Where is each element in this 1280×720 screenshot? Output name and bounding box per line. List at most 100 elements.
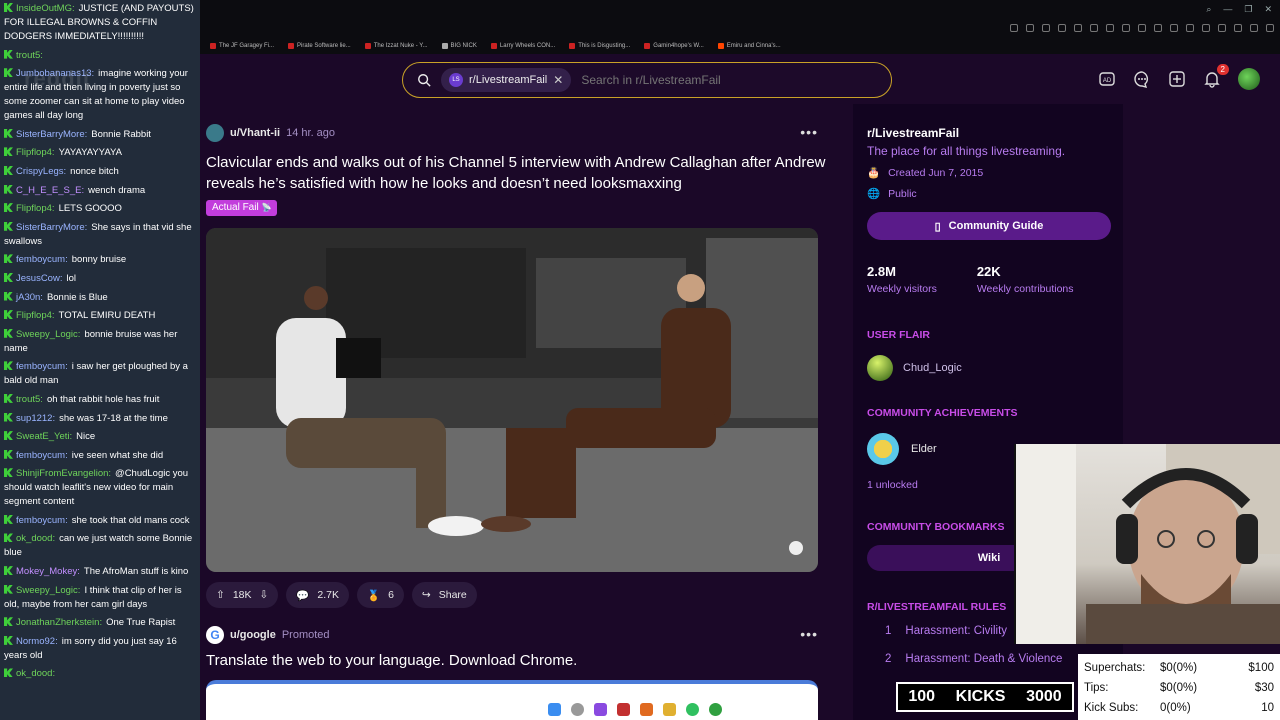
windows-start-icon[interactable] [548, 702, 561, 716]
kicks-label: KICKS [955, 688, 1006, 705]
close-window-icon[interactable]: ✕ [1264, 4, 1272, 15]
create-post-icon[interactable] [1168, 70, 1186, 88]
post-flair[interactable]: Actual Fail 📡 [206, 200, 278, 216]
extension-icon[interactable] [1170, 24, 1178, 32]
chat-username[interactable]: Flipflop4: [16, 203, 55, 214]
youtube-icon [490, 43, 497, 49]
discord-icon[interactable] [594, 702, 607, 716]
community-guide-button[interactable]: ▯ Community Guide [867, 212, 1111, 240]
community-description: The place for all things livestreaming. [867, 144, 1066, 158]
extension-icon[interactable] [1026, 24, 1034, 32]
restore-icon[interactable]: ❐ [1244, 4, 1252, 15]
post-author[interactable]: u/Vhant-ii [230, 127, 280, 139]
close-icon[interactable]: ✕ [553, 73, 563, 87]
chat-username[interactable]: SisterBarryMore: [16, 129, 87, 140]
xbox-icon[interactable] [709, 702, 722, 716]
minimize-icon[interactable]: — [1223, 4, 1232, 15]
share-button[interactable]: ↪ Share [411, 582, 477, 608]
extension-icon[interactable] [1010, 24, 1018, 32]
notifications-button[interactable]: 2 [1203, 64, 1229, 88]
extension-icon[interactable] [1218, 24, 1226, 32]
chat-username[interactable]: SisterBarryMore: [16, 222, 87, 233]
bookmark[interactable]: Larry Wheels CON... [490, 40, 555, 52]
extension-icon[interactable] [1250, 24, 1258, 32]
chat-username[interactable]: Normo92: [16, 636, 58, 647]
chat-username[interactable]: CrispyLegs: [16, 166, 66, 177]
chat-username[interactable]: InsideOutMG: [16, 3, 75, 14]
rule-item[interactable]: 2 Harassment: Death & Violence [867, 653, 1109, 665]
community-name[interactable]: r/LivestreamFail [867, 126, 1109, 140]
bookmark[interactable]: Emiru and Cinna's... [717, 40, 781, 52]
file-explorer-icon[interactable] [663, 702, 676, 716]
chat-username[interactable]: SweatE_Yeti: [16, 431, 72, 442]
chat-username[interactable]: JonathanZherkstein: [16, 617, 102, 628]
extension-icon[interactable] [1042, 24, 1050, 32]
extension-icon[interactable] [1154, 24, 1162, 32]
chat-username[interactable]: femboycum: [16, 515, 68, 526]
chat-username[interactable]: JesusCow: [16, 273, 62, 284]
chat-username[interactable]: Mokey_Mokey: [16, 566, 80, 577]
chat-username[interactable]: trout5: [16, 394, 43, 405]
bookmark[interactable]: The JF Garagey Fi... [210, 40, 274, 52]
extension-icon[interactable] [1234, 24, 1242, 32]
promo-author[interactable]: u/google [230, 629, 276, 641]
subreddit-chip[interactable]: LS r/LivestreamFail ✕ [441, 68, 572, 92]
user-flair[interactable]: Chud_Logic [867, 355, 1109, 381]
taskbar-search-icon[interactable] [571, 702, 584, 716]
chat-username[interactable]: jA30n: [16, 292, 43, 303]
extension-icon[interactable] [1106, 24, 1114, 32]
award-button[interactable]: 🏅 6 [357, 582, 404, 608]
webcam-feed [1014, 444, 1280, 644]
chat-username[interactable]: sup1212: [16, 413, 55, 424]
obs-icon[interactable] [617, 702, 630, 716]
extension-icon[interactable] [1202, 24, 1210, 32]
chat-username[interactable]: Sweepy_Logic: [16, 329, 80, 340]
extension-icon[interactable] [1074, 24, 1082, 32]
advertise-icon[interactable]: AD [1098, 70, 1116, 88]
promo-title[interactable]: Translate the web to your language. Down… [206, 652, 577, 669]
bookmark[interactable]: Gamin4hope's W... [644, 40, 704, 52]
chat-icon[interactable] [1133, 70, 1151, 88]
chat-message: femboycum: bonny bruise [4, 253, 196, 267]
post-title[interactable]: Clavicular ends and walks out of his Cha… [206, 152, 826, 194]
avatar[interactable] [206, 124, 224, 142]
bookmark[interactable]: BIG NICK [441, 40, 477, 52]
chat-username[interactable]: ShinjiFromEvangelion: [16, 468, 111, 479]
extension-icon[interactable] [1058, 24, 1066, 32]
promo-media[interactable] [206, 680, 818, 720]
extension-icon[interactable] [1122, 24, 1130, 32]
spotify-icon[interactable] [686, 702, 699, 716]
chat-username[interactable]: ok_dood: [16, 533, 55, 544]
search-bar[interactable]: LS r/LivestreamFail ✕ [402, 62, 892, 98]
chat-username[interactable]: Flipflop4: [16, 310, 55, 321]
extension-icon[interactable] [1138, 24, 1146, 32]
extension-icon[interactable] [1266, 24, 1274, 32]
chat-username[interactable]: Sweepy_Logic: [16, 585, 80, 596]
more-options-icon[interactable]: ••• [800, 124, 818, 140]
extension-icon[interactable] [1090, 24, 1098, 32]
search-window-icon[interactable]: ⌕ [1206, 4, 1211, 15]
chat-text: lol [66, 272, 76, 284]
browser-icon[interactable] [640, 702, 653, 716]
upvote-icon[interactable]: ⇧ [216, 589, 225, 601]
kick-icon [4, 514, 13, 524]
extension-icon[interactable] [1186, 24, 1194, 32]
chat-username[interactable]: C_H_E_E_S_E: [16, 185, 84, 196]
bookmark[interactable]: Pirate Software lie... [288, 40, 351, 52]
search-input[interactable] [581, 73, 882, 87]
comments-button[interactable]: 💬 2.7K [286, 582, 349, 608]
post-video[interactable] [206, 228, 818, 572]
donation-label: Kick Subs: [1084, 702, 1139, 714]
avatar[interactable] [1238, 68, 1260, 90]
chat-username[interactable]: ok_dood: [16, 668, 55, 679]
more-options-icon[interactable]: ••• [800, 626, 818, 642]
chat-text: Nice [76, 431, 96, 443]
chat-username[interactable]: femboycum: [16, 361, 68, 372]
bookmark[interactable]: This is Disgusting... [569, 40, 630, 52]
chat-username[interactable]: Flipflop4: [16, 147, 55, 158]
downvote-icon[interactable]: ⇩ [260, 589, 269, 601]
chat-username[interactable]: femboycum: [16, 254, 68, 265]
chat-username[interactable]: trout5: [16, 50, 43, 61]
chat-username[interactable]: femboycum: [16, 450, 68, 461]
bookmark[interactable]: The Izzat Nuke - Y... [364, 40, 428, 52]
